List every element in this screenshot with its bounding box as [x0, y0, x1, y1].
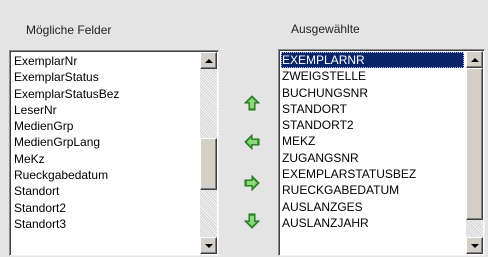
scroll-thumb[interactable]: [466, 68, 483, 220]
scroll-down-button[interactable]: [200, 237, 217, 254]
list-item[interactable]: ZUGANGSNR: [281, 150, 464, 166]
arrow-down-icon: [244, 213, 260, 229]
list-item[interactable]: BUCHUNGSNR: [281, 85, 464, 101]
selected-fields-scrollbar[interactable]: [466, 51, 483, 254]
available-fields-scrollbar[interactable]: [200, 52, 217, 254]
selected-fields-items: EXEMPLARNR ZWEIGSTELLE BUCHUNGSNR STANDO…: [281, 52, 464, 231]
list-item[interactable]: ZWEIGSTELLE: [281, 68, 464, 84]
list-item[interactable]: STANDORT2: [281, 117, 464, 133]
list-item[interactable]: ExemplarNr: [13, 53, 198, 69]
triangle-up-icon: [470, 57, 479, 62]
triangle-down-icon: [204, 243, 213, 248]
scroll-down-button[interactable]: [466, 237, 483, 254]
list-item-selected[interactable]: EXEMPLARNR: [281, 52, 464, 69]
list-item[interactable]: AUSLANZGES: [281, 199, 464, 215]
list-item[interactable]: AUSLANZJAHR: [281, 215, 464, 231]
list-item[interactable]: MEKZ: [281, 133, 464, 149]
arrow-left-icon: [244, 134, 260, 150]
move-right-button[interactable]: [240, 172, 264, 194]
list-item[interactable]: MeKz: [13, 151, 198, 167]
arrow-up-icon: [244, 95, 260, 111]
list-item[interactable]: LeserNr: [13, 102, 198, 118]
triangle-down-icon: [470, 243, 479, 248]
selected-fields-title: Ausgewählte: [291, 22, 360, 36]
list-item[interactable]: STANDORT: [281, 101, 464, 117]
list-item[interactable]: Standort2: [13, 200, 198, 216]
list-item[interactable]: RUECKGABEDATUM: [281, 182, 464, 198]
triangle-up-icon: [204, 58, 213, 63]
available-fields-title: Mögliche Felder: [26, 23, 112, 37]
available-fields-list[interactable]: ExemplarNr ExemplarStatus ExemplarStatus…: [9, 50, 219, 256]
list-item[interactable]: Rueckgabedatum: [13, 167, 198, 183]
move-down-button[interactable]: [240, 210, 264, 232]
move-left-button[interactable]: [240, 131, 264, 153]
list-item[interactable]: MedienGrp: [13, 118, 198, 134]
list-item[interactable]: EXEMPLARSTATUSBEZ: [281, 166, 464, 182]
arrow-right-icon: [244, 175, 260, 191]
list-item[interactable]: ExemplarStatus: [13, 69, 198, 85]
list-item[interactable]: ExemplarStatusBez: [13, 86, 198, 102]
move-up-button[interactable]: [240, 92, 264, 114]
scroll-up-button[interactable]: [466, 51, 483, 68]
list-item[interactable]: MedienGrpLang: [13, 134, 198, 150]
list-item[interactable]: Standort: [13, 183, 198, 199]
list-item[interactable]: Standort3: [13, 216, 198, 232]
selected-fields-list[interactable]: EXEMPLARNR ZWEIGSTELLE BUCHUNGSNR STANDO…: [278, 49, 485, 256]
scroll-thumb[interactable]: [200, 138, 217, 190]
field-selection-panel: Mögliche Felder Ausgewählte ExemplarNr E…: [0, 0, 488, 257]
scroll-up-button[interactable]: [200, 52, 217, 69]
available-fields-items: ExemplarNr ExemplarStatus ExemplarStatus…: [13, 53, 198, 232]
